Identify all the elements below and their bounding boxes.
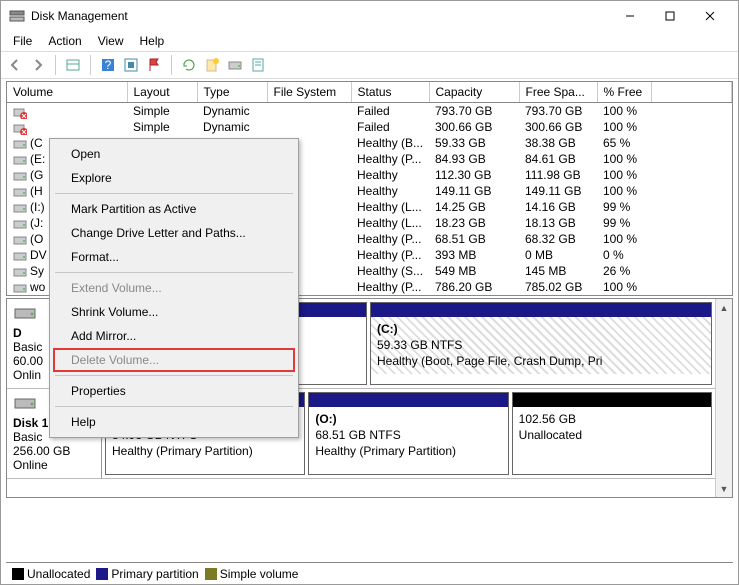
partition-size: 102.56 GB	[519, 411, 705, 427]
volume-icon	[13, 155, 27, 165]
col-freespace[interactable]: Free Spa...	[519, 82, 597, 103]
col-status[interactable]: Status	[351, 82, 429, 103]
volume-icon	[13, 123, 27, 133]
volume-icon	[13, 171, 27, 181]
volume-icon	[13, 267, 27, 277]
menu-view[interactable]: View	[90, 32, 132, 50]
scroll-up-icon[interactable]: ▲	[716, 299, 732, 316]
menu-separator	[55, 375, 293, 376]
app-icon	[9, 8, 25, 24]
partition[interactable]: (O:)68.51 GB NTFSHealthy (Primary Partit…	[308, 392, 508, 475]
volume-icon	[13, 107, 27, 117]
volume-icon	[13, 235, 27, 245]
volume-icon	[13, 187, 27, 197]
maximize-button[interactable]	[650, 1, 690, 31]
window-title: Disk Management	[31, 9, 128, 23]
view-icon[interactable]	[65, 57, 81, 73]
partition-bar	[371, 303, 711, 317]
legend-swatch-simple	[205, 568, 217, 580]
partition-status: Healthy (Primary Partition)	[315, 443, 501, 459]
menu-item-delete-volume: Delete Volume...	[53, 348, 295, 372]
partition-label: (C:)	[377, 321, 705, 337]
partition-bar	[309, 393, 507, 407]
volume-icon	[13, 203, 27, 213]
legend-swatch-unallocated	[12, 568, 24, 580]
volume-icon	[13, 139, 27, 149]
partition-status: Healthy (Boot, Page File, Crash Dump, Pr…	[377, 353, 705, 369]
menu-item-explore[interactable]: Explore	[53, 166, 295, 190]
disk-status: Online	[13, 458, 95, 472]
menu-item-add-mirror[interactable]: Add Mirror...	[53, 324, 295, 348]
scroll-down-icon[interactable]: ▼	[716, 480, 732, 497]
menu-item-properties[interactable]: Properties	[53, 379, 295, 403]
new-icon[interactable]	[204, 57, 220, 73]
table-row[interactable]: SimpleDynamicFailed300.66 GB300.66 GB100…	[7, 119, 732, 135]
toolbar: ?	[1, 51, 738, 79]
forward-icon[interactable]	[30, 57, 46, 73]
partition-size: 68.51 GB NTFS	[315, 427, 501, 443]
refresh-icon[interactable]	[181, 57, 197, 73]
menu-action[interactable]: Action	[40, 32, 89, 50]
table-header-row: Volume Layout Type File System Status Ca…	[7, 82, 732, 103]
menu-help[interactable]: Help	[132, 32, 173, 50]
title-bar: Disk Management	[1, 1, 738, 31]
partition-size: 59.33 GB NTFS	[377, 337, 705, 353]
col-layout[interactable]: Layout	[127, 82, 197, 103]
legend-swatch-primary	[96, 568, 108, 580]
context-menu: OpenExplore Mark Partition as ActiveChang…	[49, 138, 299, 438]
menu-file[interactable]: File	[5, 32, 40, 50]
legend-primary: Primary partition	[111, 567, 198, 581]
volume-icon	[13, 283, 27, 293]
legend: Unallocated Primary partition Simple vol…	[6, 562, 733, 584]
help-icon[interactable]: ?	[100, 57, 116, 73]
menu-item-mark-partition-as-active[interactable]: Mark Partition as Active	[53, 197, 295, 221]
flag-icon[interactable]	[146, 57, 162, 73]
menu-separator	[55, 193, 293, 194]
menu-item-open[interactable]: Open	[53, 142, 295, 166]
menu-separator	[55, 272, 293, 273]
col-volume[interactable]: Volume	[7, 82, 127, 103]
vertical-scrollbar[interactable]: ▲ ▼	[715, 299, 732, 497]
svg-text:?: ?	[105, 58, 112, 72]
partition[interactable]: 102.56 GBUnallocated	[512, 392, 712, 475]
back-icon[interactable]	[7, 57, 23, 73]
partition-status: Healthy (Primary Partition)	[112, 443, 298, 459]
legend-unallocated: Unallocated	[27, 567, 90, 581]
col-pctfree[interactable]: % Free	[597, 82, 651, 103]
col-capacity[interactable]: Capacity	[429, 82, 519, 103]
partition-bar	[513, 393, 711, 407]
col-filesystem[interactable]: File System	[267, 82, 351, 103]
minimize-button[interactable]	[610, 1, 650, 31]
col-type[interactable]: Type	[197, 82, 267, 103]
menu-item-change-drive-letter-and-paths[interactable]: Change Drive Letter and Paths...	[53, 221, 295, 245]
menu-separator	[55, 406, 293, 407]
menu-item-shrink-volume[interactable]: Shrink Volume...	[53, 300, 295, 324]
settings-icon[interactable]	[123, 57, 139, 73]
volume-icon	[13, 251, 27, 261]
drive-icon[interactable]	[227, 57, 243, 73]
partition[interactable]: (C:)59.33 GB NTFSHealthy (Boot, Page Fil…	[370, 302, 712, 385]
close-button[interactable]	[690, 1, 730, 31]
partition-label: (O:)	[315, 411, 501, 427]
partition-status: Unallocated	[519, 427, 705, 443]
menu-item-help[interactable]: Help	[53, 410, 295, 434]
disk-size: 256.00 GB	[13, 444, 95, 458]
legend-simple: Simple volume	[220, 567, 299, 581]
menu-item-format[interactable]: Format...	[53, 245, 295, 269]
menu-item-extend-volume: Extend Volume...	[53, 276, 295, 300]
properties-icon[interactable]	[250, 57, 266, 73]
table-row[interactable]: SimpleDynamicFailed793.70 GB793.70 GB100…	[7, 103, 732, 120]
menu-bar: File Action View Help	[1, 31, 738, 51]
volume-icon	[13, 219, 27, 229]
